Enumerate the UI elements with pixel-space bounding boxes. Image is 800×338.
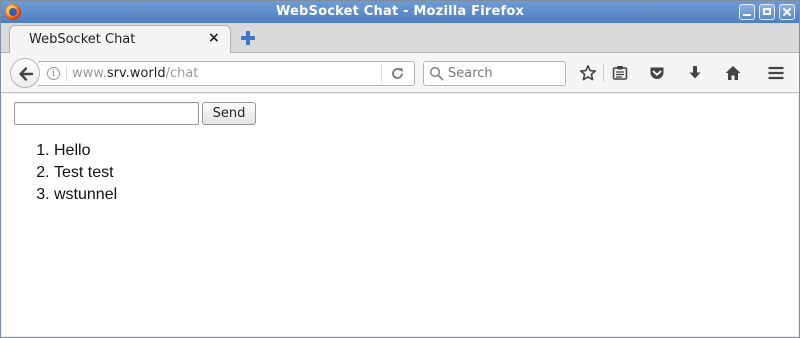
bookmark-star-icon[interactable]	[579, 64, 597, 82]
maximize-icon[interactable]	[759, 4, 775, 20]
url-host: srv.world	[106, 66, 166, 81]
minimize-icon[interactable]	[739, 4, 755, 20]
message-list: Hello Test test wstunnel	[14, 140, 117, 206]
tab-strip: WebSocket Chat ×	[1, 23, 799, 54]
navigation-bar: i www.srv.world/chat Search	[1, 53, 799, 93]
toolbar-separator	[603, 64, 604, 82]
url-bar[interactable]: i www.srv.world/chat	[38, 61, 415, 86]
window-title: WebSocket Chat - Mozilla Firefox	[275, 4, 525, 19]
reload-icon[interactable]	[390, 66, 405, 81]
url-separator	[66, 66, 67, 81]
home-icon[interactable]	[724, 64, 742, 82]
search-placeholder: Search	[448, 66, 493, 81]
title-bar: WebSocket Chat - Mozilla Firefox	[1, 1, 799, 23]
reload-separator	[381, 65, 382, 82]
browser-window: WebSocket Chat - Mozilla Firefox WebSock…	[0, 0, 800, 338]
new-tab-icon[interactable]	[241, 31, 255, 45]
close-icon[interactable]	[779, 4, 795, 20]
list-item: Hello	[54, 140, 117, 162]
list-item: wstunnel	[54, 184, 117, 206]
tab-close-icon[interactable]: ×	[208, 30, 220, 46]
download-icon[interactable]	[686, 64, 704, 82]
tab-title: WebSocket Chat	[29, 32, 136, 47]
tab-websocket-chat[interactable]: WebSocket Chat ×	[9, 25, 231, 54]
url-prefix: www.	[72, 66, 107, 81]
menu-icon[interactable]	[767, 64, 785, 82]
reading-list-icon[interactable]	[611, 64, 629, 82]
info-icon[interactable]: i	[47, 67, 60, 80]
search-input[interactable]: Search	[423, 61, 566, 86]
url-path: /chat	[165, 66, 199, 81]
page-content: Send Hello Test test wstunnel	[2, 94, 798, 336]
url-text[interactable]: www.srv.world/chat	[72, 66, 198, 81]
pocket-icon[interactable]	[648, 64, 666, 82]
back-button[interactable]	[10, 58, 40, 88]
back-icon	[19, 67, 34, 81]
message-input[interactable]	[14, 102, 199, 125]
list-item: Test test	[54, 162, 117, 184]
search-icon	[429, 66, 444, 81]
send-button[interactable]: Send	[202, 102, 256, 125]
